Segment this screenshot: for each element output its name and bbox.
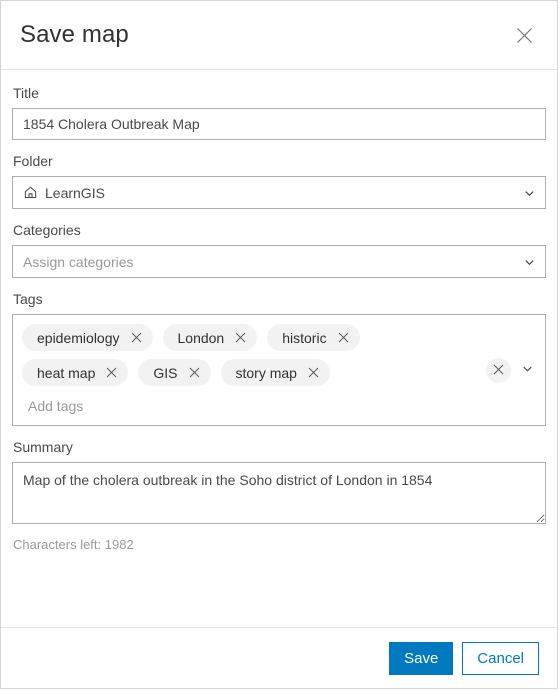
folder-select[interactable]: LearnGIS bbox=[12, 176, 546, 209]
cancel-button[interactable]: Cancel bbox=[462, 641, 539, 675]
dialog-body: Title Folder LearnGIS bbox=[1, 70, 557, 627]
tags-actions bbox=[486, 358, 535, 383]
chevron-down-icon bbox=[523, 186, 536, 199]
close-icon bbox=[493, 363, 504, 378]
chevron-down-icon bbox=[521, 362, 534, 380]
remove-tag-icon[interactable] bbox=[306, 365, 321, 380]
folder-label: Folder bbox=[13, 153, 53, 169]
folder-value: LearnGIS bbox=[45, 184, 105, 201]
tag-label: story map bbox=[235, 364, 297, 381]
page-title: Save map bbox=[20, 21, 129, 48]
tags-label: Tags bbox=[13, 291, 43, 307]
tag-label: historic bbox=[282, 329, 327, 346]
tag-label: London bbox=[177, 329, 225, 346]
summary-textarea[interactable] bbox=[12, 462, 546, 524]
remove-tag-icon[interactable] bbox=[336, 330, 351, 345]
tag-label: heat map bbox=[37, 364, 96, 381]
clear-all-tags-button[interactable] bbox=[486, 358, 511, 383]
characters-left-text: Characters left: 1982 bbox=[13, 537, 134, 552]
title-input[interactable] bbox=[12, 108, 546, 140]
chevron-down-icon bbox=[523, 255, 536, 268]
categories-select[interactable]: Assign categories bbox=[12, 245, 546, 278]
remove-tag-icon[interactable] bbox=[187, 365, 202, 380]
save-map-dialog: Save map Title Folder bbox=[0, 0, 558, 689]
tag-chip[interactable]: London bbox=[162, 324, 258, 351]
tag-chip[interactable]: GIS bbox=[138, 359, 211, 386]
remove-tag-icon[interactable] bbox=[129, 330, 144, 345]
dialog-footer: Save Cancel bbox=[1, 627, 557, 688]
save-button[interactable]: Save bbox=[389, 641, 454, 675]
title-field-group: Title bbox=[12, 84, 546, 140]
summary-label: Summary bbox=[13, 439, 73, 455]
folder-field-group: Folder LearnGIS bbox=[12, 152, 546, 209]
remove-tag-icon[interactable] bbox=[104, 365, 119, 380]
categories-label: Categories bbox=[13, 222, 81, 238]
title-label: Title bbox=[13, 85, 39, 101]
tags-dropdown-toggle[interactable] bbox=[519, 363, 535, 379]
add-tags-input[interactable] bbox=[22, 396, 331, 416]
remove-tag-icon[interactable] bbox=[233, 330, 248, 345]
tag-chip[interactable]: story map bbox=[220, 359, 330, 386]
tags-input-container[interactable]: epidemiology London historic heat map GI… bbox=[12, 314, 546, 426]
categories-placeholder: Assign categories bbox=[23, 253, 134, 270]
tag-chip[interactable]: heat map bbox=[22, 359, 129, 386]
tag-chip[interactable]: historic bbox=[267, 324, 360, 351]
tag-list: epidemiology London historic heat map GI… bbox=[22, 324, 536, 386]
tag-label: GIS bbox=[153, 364, 178, 381]
tags-field-group: Tags epidemiology London historic heat m… bbox=[12, 290, 546, 426]
close-button[interactable] bbox=[509, 20, 539, 50]
categories-field-group: Categories Assign categories bbox=[12, 221, 546, 278]
dialog-header: Save map bbox=[1, 1, 557, 70]
tag-label: epidemiology bbox=[37, 329, 120, 346]
close-icon bbox=[516, 27, 533, 44]
tag-chip[interactable]: epidemiology bbox=[22, 324, 153, 351]
home-icon bbox=[23, 185, 38, 200]
summary-field-group: Summary Characters left: 1982 bbox=[12, 438, 546, 552]
